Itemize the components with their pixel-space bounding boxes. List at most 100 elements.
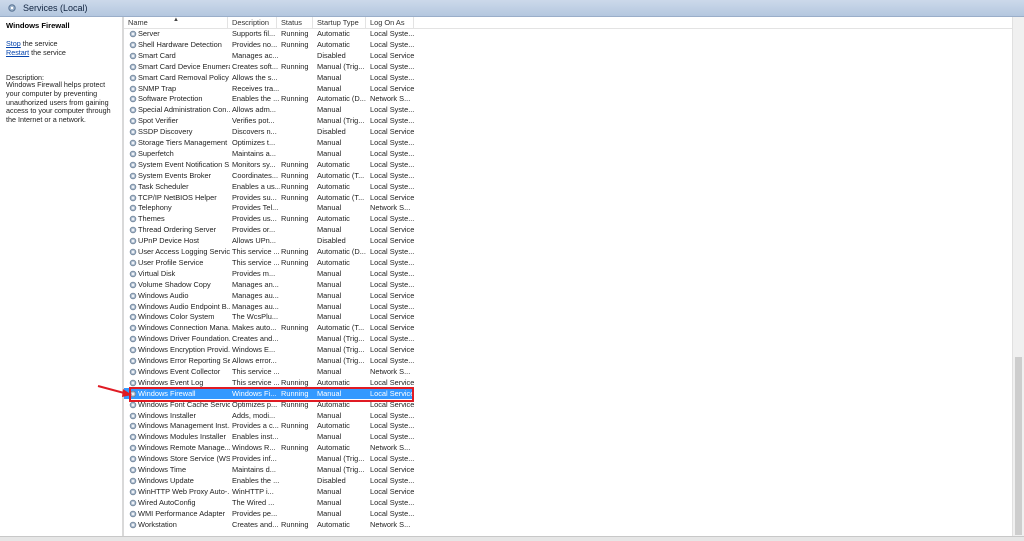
service-status xyxy=(281,311,316,322)
restart-suffix: the service xyxy=(29,48,66,57)
table-row[interactable]: WMI Performance Adapter Provides pe... Man… xyxy=(124,508,414,519)
table-row[interactable]: Windows Event Collector This service ... M… xyxy=(124,366,414,377)
table-row[interactable]: SSDP Discovery Discovers n... Disabled Loca… xyxy=(124,126,414,137)
service-description: Receives tra... xyxy=(232,83,280,93)
table-row[interactable]: Shell Hardware Detection Provides no... Ru… xyxy=(124,39,414,50)
service-description: Allows UPn... xyxy=(232,236,276,246)
table-row[interactable]: Telephony Provides Tel... Manual Network S.… xyxy=(124,202,414,213)
service-details-pane: Windows Firewall Stop the service Restar… xyxy=(0,17,122,537)
service-startup-type: Manual xyxy=(317,268,342,278)
service-name: System Event Notification S... xyxy=(138,159,230,169)
table-row[interactable]: Task Scheduler Enables a us... Running Auto… xyxy=(124,181,414,192)
table-row[interactable]: Wired AutoConfig The Wired ... Manual Local… xyxy=(124,497,414,508)
column-header-log-on-as[interactable]: Log On As xyxy=(366,17,414,28)
service-status xyxy=(281,301,316,312)
table-row[interactable]: Windows Remote Manage... Windows R... Runn… xyxy=(124,442,414,453)
table-row[interactable]: UPnP Device Host Allows UPn... Disabled Loc… xyxy=(124,235,414,246)
table-row[interactable]: Storage Tiers Management Optimizes t... Ma… xyxy=(124,137,414,148)
service-status: Running xyxy=(281,29,309,38)
service-log-on-as: Local Syste... xyxy=(370,279,415,289)
service-log-on-as: Local Service xyxy=(370,465,415,474)
service-gear-icon xyxy=(129,150,137,158)
table-row[interactable]: Windows Audio Manages au... Manual Local Se… xyxy=(124,290,414,301)
service-name: Thread Ordering Server xyxy=(138,225,217,235)
table-row[interactable]: System Events Broker Coordinates... Runnin… xyxy=(124,170,414,181)
service-gear-icon xyxy=(129,161,137,169)
service-description: Provides pe... xyxy=(232,508,278,518)
table-row[interactable]: Special Administration Con... Allows adm.… xyxy=(124,104,414,115)
table-row[interactable]: Smart Card Manages ac... Disabled Local Ser… xyxy=(124,50,414,61)
service-log-on-as: Local Syste... xyxy=(370,421,415,431)
table-row[interactable]: Virtual Disk Provides m... Manual Local Sys… xyxy=(124,268,414,279)
table-row[interactable]: Server Supports fil... Running Automatic Loc… xyxy=(124,28,414,39)
table-row[interactable]: Windows Update Enables the ... Disabled Loc… xyxy=(124,475,414,486)
table-row[interactable]: Themes Provides us... Running Automatic Loca… xyxy=(124,213,414,224)
service-status: Running xyxy=(281,214,309,224)
service-startup-type: Manual xyxy=(317,432,342,442)
description-text: Windows Firewall helps protect your comp… xyxy=(6,80,111,125)
table-row[interactable]: Smart Card Device Enumera... Creates soft… xyxy=(124,61,414,72)
service-status xyxy=(281,137,316,148)
table-row[interactable]: Workstation Creates and... Running Automati… xyxy=(124,519,414,530)
table-row[interactable]: Windows Encryption Provid... Windows E...… xyxy=(124,344,414,355)
table-row[interactable]: System Event Notification S... Monitors s… xyxy=(124,159,414,170)
table-row[interactable]: Windows Error Reporting Se... Allows erro… xyxy=(124,355,414,366)
service-status: Running xyxy=(281,39,309,49)
service-description: Optimizes t... xyxy=(232,138,276,147)
column-header-description[interactable]: Description xyxy=(228,17,277,28)
service-description: Provides su... xyxy=(232,192,277,202)
table-row[interactable]: WinHTTP Web Proxy Auto-... WinHTTP i... Ma… xyxy=(124,486,414,497)
service-name: Wired AutoConfig xyxy=(138,497,196,507)
service-log-on-as: Local Syste... xyxy=(370,29,415,38)
table-row[interactable]: SNMP Trap Receives tra... Manual Local Serv… xyxy=(124,83,414,94)
service-log-on-as: Local Syste... xyxy=(370,508,415,518)
table-row[interactable]: Windows Management Inst... Provides a c..… xyxy=(124,420,414,431)
table-row[interactable]: Windows Store Service (WS... Provides inf… xyxy=(124,453,414,464)
table-row[interactable]: Spot Verifier Verifies pot... Manual (Trig… xyxy=(124,115,414,126)
service-startup-type: Manual xyxy=(317,301,342,311)
table-row[interactable]: Windows Modules Installer Enables inst...… xyxy=(124,431,414,442)
service-name: Virtual Disk xyxy=(138,268,176,278)
table-row[interactable]: Windows Audio Endpoint B... Manages au...… xyxy=(124,301,414,312)
column-header-startup-type[interactable]: Startup Type xyxy=(313,17,366,28)
table-row[interactable]: Volume Shadow Copy Manages an... Manual Loc… xyxy=(124,279,414,290)
service-description: Discovers n... xyxy=(232,127,277,137)
vertical-scrollbar[interactable] xyxy=(1012,17,1024,537)
service-name: SNMP Trap xyxy=(138,83,177,93)
service-status xyxy=(281,224,316,235)
table-row[interactable]: Smart Card Removal Policy Allows the s...… xyxy=(124,72,414,83)
service-description: Provides m... xyxy=(232,268,276,278)
table-row[interactable]: Software Protection Enables the ... Runnin… xyxy=(124,93,414,104)
service-status xyxy=(281,464,316,475)
restart-service-link[interactable]: Restart xyxy=(6,48,29,57)
table-row[interactable]: User Access Logging Service This service … xyxy=(124,246,414,257)
service-log-on-as: Local Syste... xyxy=(370,159,415,169)
service-gear-icon xyxy=(129,183,137,190)
table-row[interactable]: Thread Ordering Server Provides or... Manu… xyxy=(124,224,414,235)
stop-action: Stop the service xyxy=(6,39,58,48)
table-row[interactable]: Windows Installer Adds, modi... Manual Loca… xyxy=(124,410,414,421)
service-startup-type: Manual (Trig... xyxy=(317,334,365,344)
scrollbar-thumb[interactable] xyxy=(1015,357,1022,535)
table-row[interactable]: Superfetch Maintains a... Manual Local Syst… xyxy=(124,148,414,159)
service-status xyxy=(281,355,316,366)
service-description: Provides us... xyxy=(232,214,277,224)
service-startup-type: Manual xyxy=(317,72,342,82)
column-header-status[interactable]: Status xyxy=(277,17,313,28)
service-startup-type: Manual xyxy=(317,83,342,93)
table-row[interactable]: Windows Color System The WcsPlu... Manual L… xyxy=(124,311,414,322)
service-startup-type: Disabled xyxy=(317,127,346,137)
service-startup-type: Manual xyxy=(317,148,342,158)
service-startup-type: Disabled xyxy=(317,236,346,246)
table-row[interactable]: Windows Time Maintains d... Manual (Trig..… xyxy=(124,464,414,475)
service-gear-icon xyxy=(129,303,137,310)
table-row[interactable]: Windows Connection Mana... Makes auto... R… xyxy=(124,322,414,333)
service-log-on-as: Local Service xyxy=(370,50,415,60)
table-row[interactable]: User Profile Service This service ... Runn… xyxy=(124,257,414,268)
service-description: Coordinates... xyxy=(232,170,279,180)
stop-service-link[interactable]: Stop xyxy=(6,39,21,48)
service-status xyxy=(281,366,316,377)
table-row[interactable]: Windows Driver Foundation... Creates and.… xyxy=(124,333,414,344)
service-log-on-as: Local Service xyxy=(370,236,415,246)
table-row[interactable]: TCP/IP NetBIOS Helper Provides su... Runni… xyxy=(124,192,414,203)
